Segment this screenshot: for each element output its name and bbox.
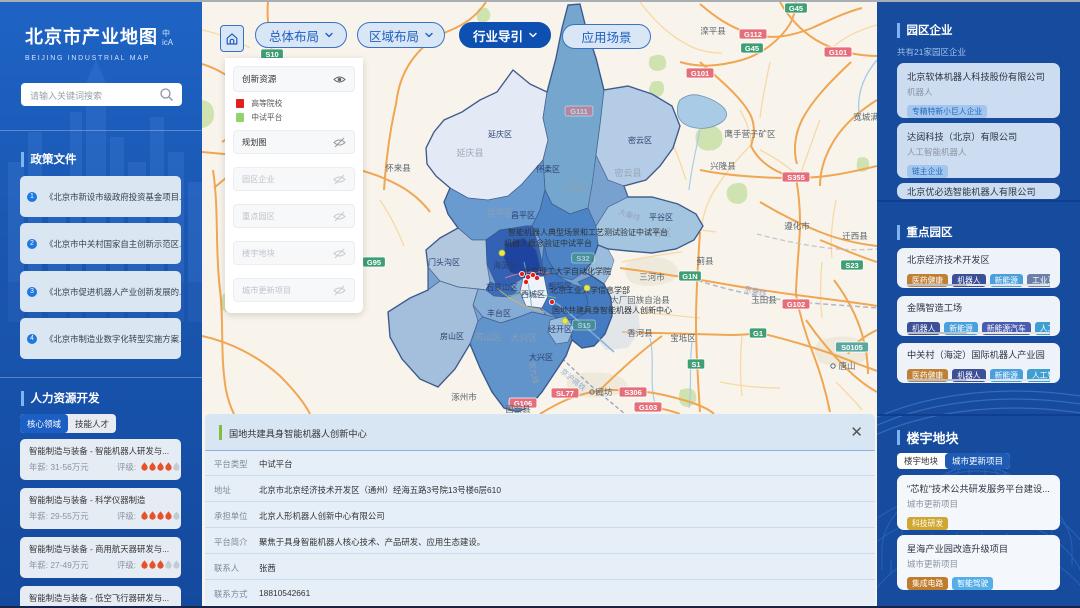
svg-text:G102: G102 (787, 300, 805, 309)
svg-text:石景山区: 石景山区 (486, 282, 518, 292)
svg-text:密云区: 密云区 (628, 135, 652, 145)
svg-text:海淀区: 海淀区 (493, 260, 517, 270)
svg-text:S1: S1 (691, 360, 700, 369)
svg-text:唐山: 唐山 (838, 361, 855, 371)
svg-text:延庆区: 延庆区 (488, 129, 512, 139)
svg-text:大厂回族自治县: 大厂回族自治县 (610, 295, 670, 305)
svg-text:S0105: S0105 (841, 343, 863, 352)
svg-text:G112: G112 (744, 30, 762, 39)
svg-text:廊坊: 廊坊 (595, 387, 613, 397)
svg-text:迁西县: 迁西县 (842, 231, 868, 241)
svg-text:滦平县: 滦平县 (700, 26, 726, 36)
svg-text:密云县: 密云县 (614, 167, 641, 178)
svg-text:S32: S32 (576, 254, 589, 263)
svg-text:遵化市: 遵化市 (784, 221, 810, 231)
svg-text:宽城满: 宽城满 (853, 112, 877, 122)
svg-text:房山区: 房山区 (440, 331, 464, 341)
svg-text:机器人概念验证中试平台: 机器人概念验证中试平台 (504, 238, 592, 248)
svg-text:怀柔区: 怀柔区 (536, 164, 560, 174)
svg-text:大兴区: 大兴区 (510, 332, 537, 343)
svg-text:西城区: 西城区 (521, 290, 545, 299)
svg-text:经开区: 经开区 (548, 324, 572, 334)
svg-text:国地共建具身智能机器人创新中心: 国地共建具身智能机器人创新中心 (552, 305, 672, 315)
svg-text:S355: S355 (787, 173, 805, 182)
svg-text:S306: S306 (624, 388, 642, 397)
svg-text:兴隆县: 兴隆县 (710, 161, 736, 171)
svg-text:G1: G1 (753, 329, 763, 338)
svg-text:鹰手营子矿区: 鹰手营子矿区 (724, 129, 776, 139)
svg-text:SL77: SL77 (556, 389, 574, 398)
svg-text:涿州市: 涿州市 (451, 392, 477, 402)
svg-text:蓟县: 蓟县 (696, 256, 714, 266)
svg-text:G103: G103 (639, 403, 657, 412)
svg-text:昌平区: 昌平区 (511, 211, 535, 220)
svg-text:大兴区: 大兴区 (529, 352, 553, 362)
svg-text:昌平区: 昌平区 (486, 208, 513, 218)
svg-text:怀来县: 怀来县 (385, 163, 411, 173)
svg-text:G95: G95 (367, 258, 381, 267)
svg-text:北京理工大学自动化学院: 北京理工大学自动化学院 (523, 266, 611, 276)
svg-text:G101: G101 (691, 69, 709, 78)
svg-text:怀柔区: 怀柔区 (562, 182, 589, 193)
svg-text:延庆县: 延庆县 (456, 147, 483, 158)
svg-text:G111: G111 (570, 107, 588, 116)
svg-text:G45: G45 (789, 4, 803, 13)
svg-text:平谷区: 平谷区 (649, 213, 673, 222)
svg-text:S15: S15 (577, 321, 590, 330)
svg-text:房山区: 房山区 (474, 331, 501, 342)
svg-text:丰台区: 丰台区 (487, 308, 511, 318)
svg-text:G101: G101 (829, 48, 847, 57)
svg-text:智能机器人典型场景和工艺测试验证中试平台: 智能机器人典型场景和工艺测试验证中试平台 (508, 227, 668, 237)
svg-text:三河市: 三河市 (639, 272, 665, 282)
svg-text:S23: S23 (845, 261, 858, 270)
svg-text:G1N: G1N (682, 272, 697, 281)
svg-text:门头沟区: 门头沟区 (428, 257, 460, 267)
svg-text:宝坻区: 宝坻区 (670, 333, 696, 343)
svg-text:固安县: 固安县 (505, 404, 531, 414)
svg-text:G45: G45 (745, 44, 759, 53)
svg-text:香河县: 香河县 (627, 328, 653, 338)
